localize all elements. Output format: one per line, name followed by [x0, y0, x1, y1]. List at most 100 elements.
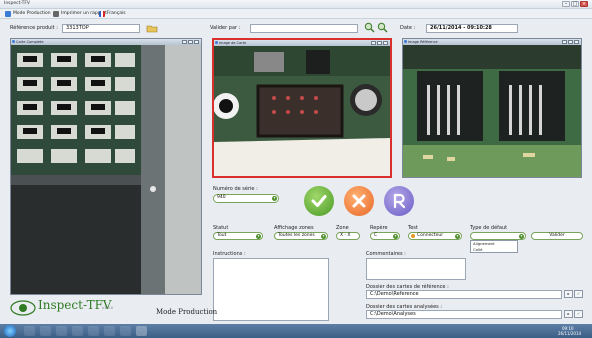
menu-mode-production-label: Mode Production	[13, 11, 51, 16]
serial-label: Numéro de série :	[213, 186, 258, 192]
title-bar: Inspect-TFV – □ ×	[0, 0, 592, 9]
repere-select[interactable]: C ▾	[370, 232, 400, 240]
statut-select[interactable]: Tout ▾	[213, 232, 263, 240]
mode-production-caption: Mode Production	[156, 308, 218, 316]
zone-select[interactable]: X · X	[336, 232, 360, 240]
taskbar-app-button[interactable]	[136, 326, 147, 336]
serial-select[interactable]: 940 ▾	[213, 194, 279, 203]
instructions-label: Instructions :	[213, 251, 246, 257]
defaut-select[interactable]: ▾	[470, 232, 526, 240]
reference-field[interactable]: 3313TOP	[62, 24, 140, 33]
camera-close-button[interactable]	[194, 40, 199, 44]
instructions-textarea[interactable]	[213, 258, 329, 321]
taskbar-app-button[interactable]	[104, 326, 115, 336]
statut-value: Tout	[217, 233, 227, 238]
chevron-down-icon: ▾	[256, 234, 261, 239]
menu-bar: Mode Production Imprimer un rapport Fran…	[0, 9, 592, 19]
valider-label: Valider	[549, 233, 565, 238]
reference-closeup-image	[403, 45, 581, 177]
brand-version: v1.0.0	[102, 306, 113, 310]
camera-maximize-button[interactable]	[568, 40, 573, 44]
taskbar-app-button[interactable]	[72, 326, 83, 336]
validate-field[interactable]	[250, 24, 358, 33]
comments-textarea[interactable]	[366, 258, 466, 280]
cross-icon	[352, 194, 366, 208]
zoom-out-icon[interactable]	[377, 22, 388, 33]
analysed-confirm-button[interactable]: ✓	[574, 310, 583, 318]
full-board-image	[11, 45, 201, 294]
repere-value: C	[374, 233, 378, 238]
taskbar-app-button[interactable]	[56, 326, 67, 336]
brand-logo: Inspect-TFV v1.0.0	[10, 296, 120, 320]
camera-maximize-button[interactable]	[377, 41, 382, 45]
camera-minimize-button[interactable]	[562, 40, 567, 44]
reference-confirm-button[interactable]: ✓	[574, 290, 583, 298]
chevron-down-icon: ▾	[519, 234, 524, 239]
defaut-label: Type de défaut	[470, 225, 508, 231]
window-title: Inspect-TFV	[4, 1, 31, 6]
printer-icon	[53, 11, 59, 17]
taskbar-app-button[interactable]	[120, 326, 131, 336]
validate-ok-button[interactable]	[304, 186, 334, 216]
camera-full-board-title: Carte Complete	[16, 40, 44, 44]
test-value: Connecteur	[417, 233, 444, 238]
logo-eye-icon	[10, 300, 36, 316]
start-button[interactable]	[4, 325, 16, 337]
taskbar-app-button[interactable]	[40, 326, 51, 336]
camera-minimize-button[interactable]	[182, 40, 187, 44]
camera-maximize-button[interactable]	[188, 40, 193, 44]
folder-open-icon[interactable]	[146, 24, 158, 33]
brand-logo-text: Inspect-TFV	[38, 298, 112, 312]
camera-board-image[interactable]: Image de Carte	[212, 38, 392, 178]
connector-icon	[411, 234, 415, 238]
reference-browse-button[interactable]: ▸	[564, 290, 573, 298]
analysed-browse-button[interactable]: ▸	[564, 310, 573, 318]
zoom-in-icon[interactable]	[364, 22, 375, 33]
windows-taskbar: 09:10 26/11/2014	[0, 324, 592, 338]
camera-close-button[interactable]	[383, 41, 388, 45]
serial-value: 940	[217, 195, 226, 200]
reference-label: Référence produit :	[10, 25, 58, 31]
tray-icons[interactable]	[540, 326, 556, 336]
camera-icon	[12, 40, 15, 43]
camera-full-board[interactable]: Carte Complete	[10, 38, 202, 295]
validate-label: Valider par :	[210, 25, 241, 31]
camera-close-button[interactable]	[574, 40, 579, 44]
camera-board-title: Image de Carte	[219, 41, 247, 45]
taskbar-date: 26/11/2014	[558, 331, 582, 336]
camera-reference-title: Image Référence	[408, 40, 438, 44]
menu-language[interactable]: Français	[96, 10, 129, 18]
camera-icon	[215, 41, 218, 44]
zone-label: Zone	[336, 225, 349, 231]
taskbar-app-button[interactable]	[24, 326, 35, 336]
check-icon	[311, 195, 327, 207]
repere-label: Repère	[370, 225, 388, 231]
camera-reference-image[interactable]: Image Référence	[402, 38, 582, 178]
affichage-select[interactable]: Toutes les zones ▾	[274, 232, 328, 240]
valider-button[interactable]: Valider	[531, 232, 583, 240]
close-button[interactable]: ×	[580, 1, 588, 7]
camera-icon	[404, 40, 407, 43]
defaut-dropdown-list: Alignement Collé	[470, 240, 518, 253]
reset-button[interactable]	[384, 186, 414, 216]
test-label: Test	[408, 225, 418, 231]
defaut-option[interactable]: Collé	[471, 247, 517, 253]
minimize-button[interactable]: –	[562, 1, 570, 7]
board-closeup-image	[214, 46, 390, 176]
r-logo-icon	[393, 193, 406, 209]
analysed-folder-field[interactable]: C:\Demo\Analyses	[366, 310, 562, 319]
flag-icon	[99, 11, 105, 17]
camera-minimize-button[interactable]	[371, 41, 376, 45]
affichage-label: Affichage zones	[274, 225, 314, 231]
menu-mode-production[interactable]: Mode Production	[2, 10, 54, 18]
test-select[interactable]: Connecteur ▾	[408, 232, 462, 240]
reference-folder-field[interactable]: C:\Demo\Reference	[366, 290, 562, 299]
chevron-down-icon: ▾	[272, 196, 277, 201]
production-icon	[5, 11, 11, 17]
comments-label: Commentaires :	[366, 251, 406, 257]
date-label: Date :	[400, 25, 416, 31]
affichage-value: Toutes les zones	[278, 233, 315, 238]
taskbar-app-button[interactable]	[88, 326, 99, 336]
maximize-button[interactable]: □	[571, 1, 579, 7]
reject-button[interactable]	[344, 186, 374, 216]
